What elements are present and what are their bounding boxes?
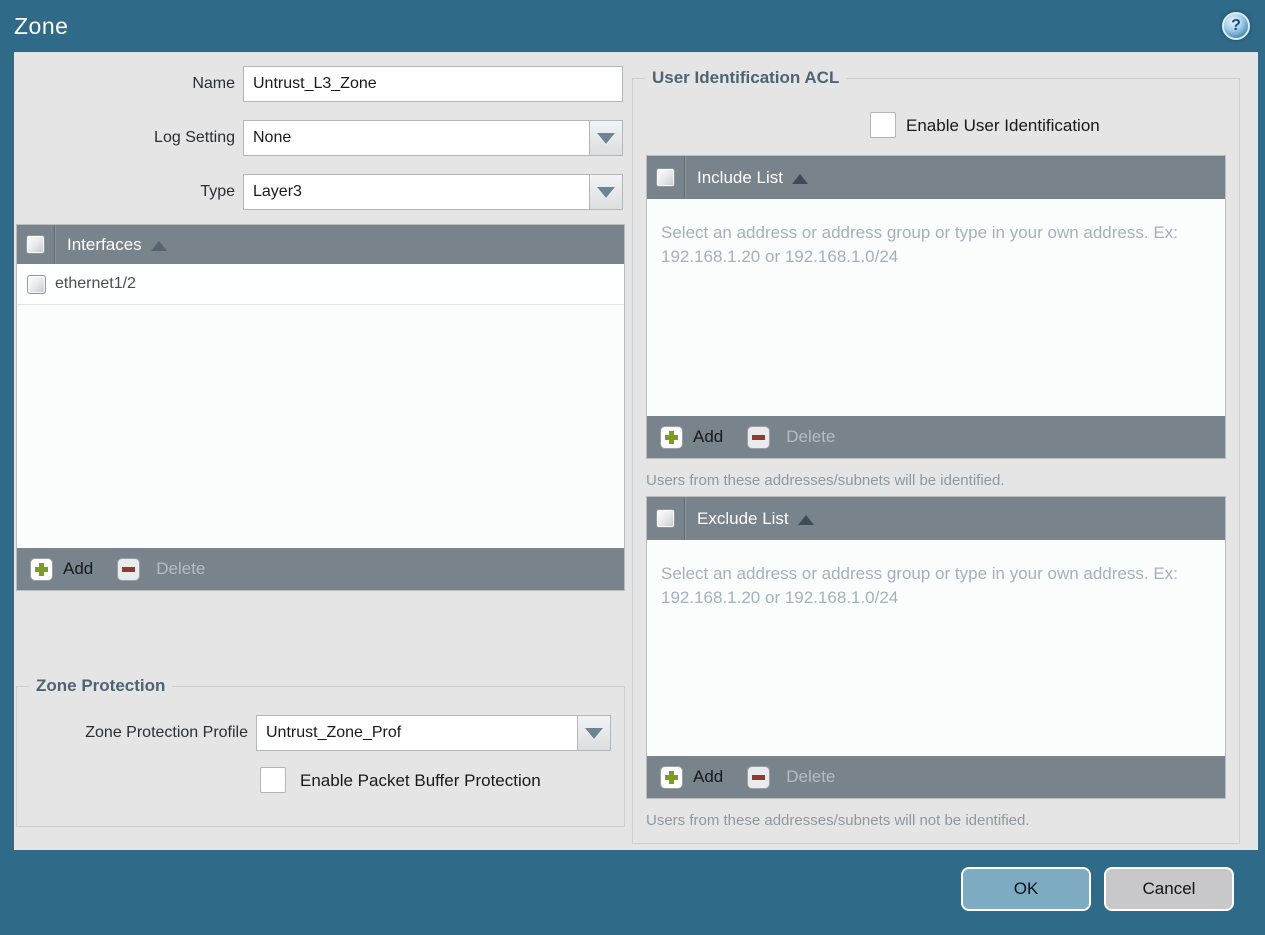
delete-icon[interactable] (747, 425, 771, 449)
interfaces-select-all-cell (17, 225, 55, 264)
zone-protection-profile-label: Zone Protection Profile (85, 724, 248, 741)
add-icon[interactable] (30, 557, 53, 581)
delete-icon[interactable] (747, 765, 771, 789)
sort-ascending-icon (150, 240, 167, 251)
delete-button: Delete (786, 767, 836, 786)
exclude-select-all-checkbox[interactable] (656, 509, 675, 528)
cancel-button[interactable]: Cancel (1104, 867, 1234, 911)
interfaces-table: Interfaces ethernet1/2 Add Delete (16, 224, 625, 591)
exclude-list-label: Exclude List (697, 508, 789, 528)
row-checkbox[interactable] (26, 274, 46, 294)
include-list-placeholder: Select an address or address group or ty… (661, 223, 1178, 266)
zone-protection-section: Zone Protection Zone Protection Profile … (16, 676, 625, 827)
row-checkbox-cell (17, 264, 55, 304)
include-select-all-cell (647, 156, 685, 199)
include-select-all-checkbox[interactable] (656, 168, 675, 187)
interfaces-table-body: ethernet1/2 (17, 264, 624, 548)
type-label: Type (200, 183, 235, 200)
enable-user-identification-checkbox[interactable] (870, 112, 896, 138)
add-icon[interactable] (660, 425, 683, 449)
name-input[interactable] (243, 66, 623, 102)
zone-protection-profile-dropdown-button[interactable] (578, 715, 611, 751)
add-icon[interactable] (660, 765, 683, 789)
include-list-footer: Add Delete (647, 416, 1225, 458)
sort-ascending-icon (792, 173, 808, 184)
zone-protection-legend: Zone Protection (29, 676, 173, 696)
dialog-title: Zone (14, 13, 69, 39)
interfaces-table-footer: Add Delete (17, 548, 624, 590)
help-icon[interactable]: ? (1222, 12, 1250, 40)
interface-name: ethernet1/2 (55, 275, 136, 292)
interfaces-column-header[interactable]: Interfaces (67, 235, 167, 255)
packet-buffer-protection-label: Enable Packet Buffer Protection (300, 771, 541, 790)
enable-user-identification-label: Enable User Identification (906, 116, 1100, 135)
include-list-caption: Users from these addresses/subnets will … (646, 472, 1005, 489)
delete-button: Delete (786, 427, 836, 446)
exclude-list-body[interactable]: Select an address or address group or ty… (647, 540, 1225, 756)
interfaces-column-label: Interfaces (67, 234, 142, 254)
ok-button[interactable]: OK (961, 867, 1091, 911)
log-setting-label: Log Setting (154, 129, 235, 146)
exclude-list-table: Exclude List Select an address or addres… (646, 496, 1226, 799)
user-identification-acl-section: User Identification ACL Enable User Iden… (632, 68, 1240, 844)
chevron-down-icon (585, 727, 603, 739)
log-setting-dropdown-button[interactable] (590, 120, 623, 156)
include-list-table: Include List Select an address or addres… (646, 155, 1226, 459)
zone-protection-profile-row: Zone Protection Profile (17, 715, 611, 751)
add-button[interactable]: Add (63, 559, 93, 579)
add-button[interactable]: Add (693, 767, 723, 787)
exclude-list-header: Exclude List (647, 497, 1225, 540)
interfaces-select-all-checkbox[interactable] (26, 235, 45, 254)
packet-buffer-protection-checkbox[interactable] (260, 767, 286, 793)
table-row[interactable]: ethernet1/2 (17, 264, 624, 305)
exclude-list-footer: Add Delete (647, 756, 1225, 798)
add-button[interactable]: Add (693, 427, 723, 447)
exclude-list-caption: Users from these addresses/subnets will … (646, 812, 1030, 829)
type-row: Type (14, 174, 623, 210)
help-icon-glyph: ? (1231, 17, 1241, 34)
log-setting-input[interactable] (243, 120, 590, 156)
type-dropdown-button[interactable] (590, 174, 623, 210)
include-list-column-header[interactable]: Include List (697, 168, 808, 188)
chevron-down-icon (597, 132, 615, 144)
exclude-list-column-header[interactable]: Exclude List (697, 509, 814, 529)
exclude-select-all-cell (647, 497, 685, 540)
name-label: Name (192, 75, 235, 92)
user-identification-acl-legend: User Identification ACL (645, 68, 847, 88)
include-list-body[interactable]: Select an address or address group or ty… (647, 199, 1225, 416)
zone-dialog-body: Name Log Setting Type Interfaces (14, 52, 1258, 850)
zone-protection-profile-input[interactable] (256, 715, 578, 751)
delete-icon[interactable] (117, 557, 141, 581)
chevron-down-icon (597, 186, 615, 198)
type-input[interactable] (243, 174, 590, 210)
delete-button: Delete (156, 559, 206, 578)
sort-ascending-icon (797, 514, 814, 525)
include-list-label: Include List (697, 167, 783, 187)
include-list-header: Include List (647, 156, 1225, 199)
name-row: Name (14, 66, 623, 102)
interfaces-table-header: Interfaces (17, 225, 624, 264)
log-setting-row: Log Setting (14, 120, 623, 156)
exclude-list-placeholder: Select an address or address group or ty… (661, 564, 1178, 607)
